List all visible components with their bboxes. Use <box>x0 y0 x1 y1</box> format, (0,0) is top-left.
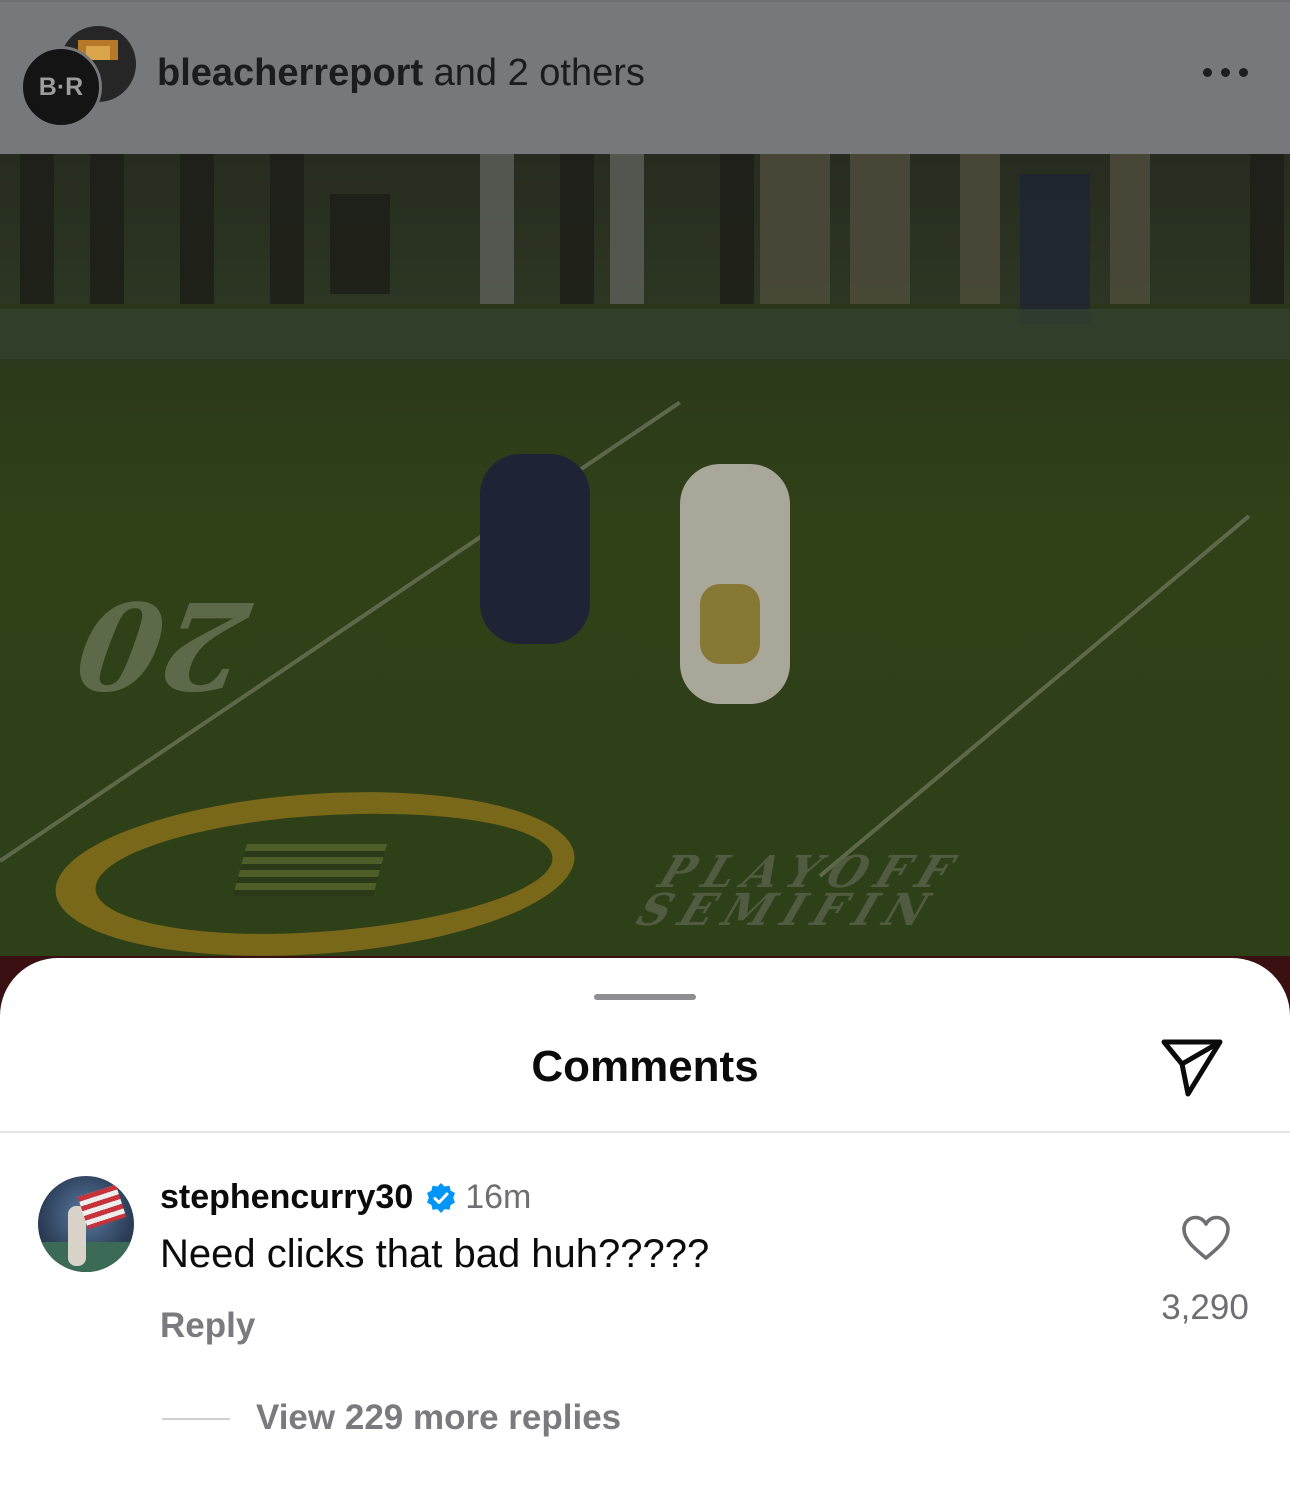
collab-avatars[interactable]: B·R <box>20 24 136 128</box>
comment-time: 16m <box>465 1178 532 1216</box>
video-player[interactable]: 20 PLAYOFF SEMIFIN <box>0 154 1290 956</box>
more-horizontal-icon[interactable] <box>1203 68 1248 77</box>
send-icon[interactable] <box>1158 1032 1226 1100</box>
post-header: B·R bleacherreport and 2 others <box>0 0 1290 154</box>
coauthors-text[interactable]: and 2 others <box>423 52 645 94</box>
verified-icon <box>427 1182 456 1213</box>
comment-text: Need clicks that bad huh????? <box>160 1232 710 1276</box>
reply-button[interactable]: Reply <box>160 1306 255 1346</box>
view-replies-button[interactable]: View 229 more replies <box>256 1398 621 1438</box>
author-line[interactable]: bleacherreport and 2 others <box>157 52 645 95</box>
commenter-avatar[interactable] <box>38 1176 134 1272</box>
heart-outline-icon[interactable] <box>1180 1214 1232 1262</box>
author-username[interactable]: bleacherreport <box>157 52 423 94</box>
comments-sheet: Comments stephencurry30 16m Need clicks … <box>0 958 1290 1495</box>
sheet-grabber[interactable] <box>594 994 696 1000</box>
divider <box>0 1131 1290 1133</box>
replies-line <box>162 1418 230 1420</box>
comment-meta: stephencurry30 16m <box>160 1178 531 1217</box>
bleacherreport-avatar: B·R <box>20 46 102 128</box>
sheet-title: Comments <box>531 1042 759 1091</box>
like-count: 3,290 <box>1161 1288 1249 1327</box>
comment-username[interactable]: stephencurry30 <box>160 1178 413 1217</box>
